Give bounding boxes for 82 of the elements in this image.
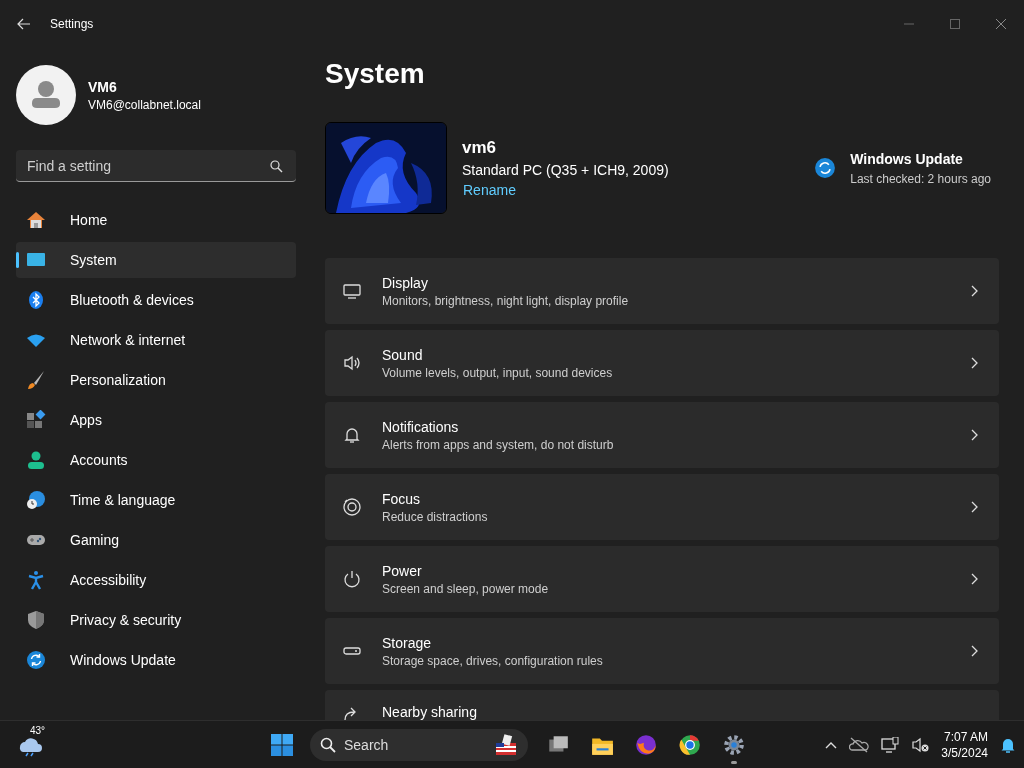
running-indicator	[731, 761, 737, 764]
settings-card[interactable]: Display Monitors, brightness, night light, display profile	[325, 258, 999, 324]
cloud-off-icon[interactable]	[849, 737, 870, 753]
card-subtitle: Volume levels, output, input, sound devices	[382, 365, 614, 380]
person-icon	[26, 450, 46, 470]
window-title: Settings	[50, 17, 94, 31]
nav-item[interactable]: Bluetooth & devices	[16, 282, 296, 318]
apps-icon	[26, 410, 46, 430]
nav-item[interactable]: Accessibility	[16, 562, 296, 598]
card-title: Power	[382, 562, 423, 579]
nav-item[interactable]: Windows Update	[16, 642, 296, 678]
card-title: Nearby sharing	[382, 704, 478, 720]
fox-browser-icon[interactable]	[634, 733, 658, 757]
card-subtitle: Alerts from apps and system, do not disturb	[382, 437, 615, 452]
card-title: Storage	[382, 634, 433, 651]
sync-icon	[814, 157, 837, 179]
network-monitor-icon[interactable]	[881, 737, 900, 753]
update-status: Last checked: 2 hours ago	[850, 171, 991, 186]
card-subtitle: Monitors, brightness, night light, display profile	[382, 293, 630, 308]
card-title: Notifications	[382, 418, 460, 435]
clock-time[interactable]: 7:07 AM	[941, 729, 988, 745]
card-title: Display	[382, 274, 429, 291]
ballot-box-icon	[494, 734, 518, 756]
device-model: Standard PC (Q35 + ICH9, 2009)	[462, 162, 669, 178]
page-title: System	[325, 58, 425, 89]
clock-date[interactable]: 3/5/2024	[941, 745, 988, 761]
chevron-right-icon	[969, 285, 979, 297]
windows-logo-icon[interactable]	[270, 733, 294, 757]
chevron-right-icon	[969, 357, 979, 369]
nav-item[interactable]: Gaming	[16, 522, 296, 558]
nav-item[interactable]: System	[16, 242, 296, 278]
speaker-icon	[342, 353, 362, 373]
settings-card[interactable]: Power Screen and sleep, power mode	[325, 546, 999, 612]
settings-card[interactable]: Storage Storage space, drives, configuration rules	[325, 618, 999, 684]
nav-item[interactable]: Home	[16, 202, 296, 238]
chrome-icon[interactable]	[678, 733, 702, 757]
nav-item[interactable]: Network & internet	[16, 322, 296, 358]
settings-card[interactable]: Notifications Alerts from apps and system, do not disturb	[325, 402, 999, 468]
chevron-right-icon	[969, 501, 979, 513]
sync-icon	[26, 650, 46, 670]
monitor-icon	[342, 281, 362, 301]
nav-item[interactable]: Apps	[16, 402, 296, 438]
card-title: Focus	[382, 490, 422, 507]
nav-item[interactable]: Accounts	[16, 442, 296, 478]
nav-item[interactable]: Time & language	[16, 482, 296, 518]
house-icon	[26, 210, 46, 230]
shield-icon	[26, 610, 46, 630]
temperature: 43°	[30, 725, 46, 736]
settings-card[interactable]: Sound Volume levels, output, input, sound devices	[325, 330, 999, 396]
chevron-right-icon	[969, 573, 979, 585]
gear-icon[interactable]	[722, 733, 746, 757]
avatar-icon[interactable]	[16, 65, 76, 125]
globe-clock-icon	[26, 490, 46, 510]
speaker-muted-icon[interactable]	[911, 737, 930, 753]
search-icon	[320, 737, 336, 753]
accessibility-icon	[26, 570, 46, 590]
rename-link[interactable]: Rename	[462, 182, 669, 198]
back-arrow-icon[interactable]	[17, 18, 31, 30]
search-icon	[270, 160, 283, 173]
power-icon	[342, 569, 362, 589]
chevron-up-icon[interactable]	[825, 741, 838, 749]
card-title: Sound	[382, 346, 424, 363]
focus-icon	[342, 497, 362, 517]
update-title[interactable]: Windows Update	[850, 150, 991, 167]
search-field[interactable]: Find a setting	[16, 150, 296, 182]
device-name: vm6	[462, 138, 498, 158]
paintbrush-icon	[26, 370, 46, 390]
settings-card[interactable]: Focus Reduce distractions	[325, 474, 999, 540]
taskbar-search[interactable]: Search	[310, 729, 528, 761]
nav-item[interactable]: Privacy & security	[16, 602, 296, 638]
bluetooth-icon	[26, 290, 46, 310]
card-subtitle: Screen and sleep, power mode	[382, 581, 550, 596]
card-subtitle: Reduce distractions	[382, 509, 489, 524]
chevron-right-icon	[969, 645, 979, 657]
settings-card[interactable]: Nearby sharing	[325, 690, 999, 720]
bell-icon[interactable]	[1000, 736, 1016, 754]
nav-item[interactable]: Personalization	[16, 362, 296, 398]
bell-icon	[342, 425, 362, 445]
user-email: VM6@collabnet.local	[88, 97, 201, 112]
card-subtitle: Storage space, drives, configuration rules	[382, 653, 604, 668]
user-name: VM6	[88, 78, 118, 95]
chevron-right-icon	[969, 429, 979, 441]
